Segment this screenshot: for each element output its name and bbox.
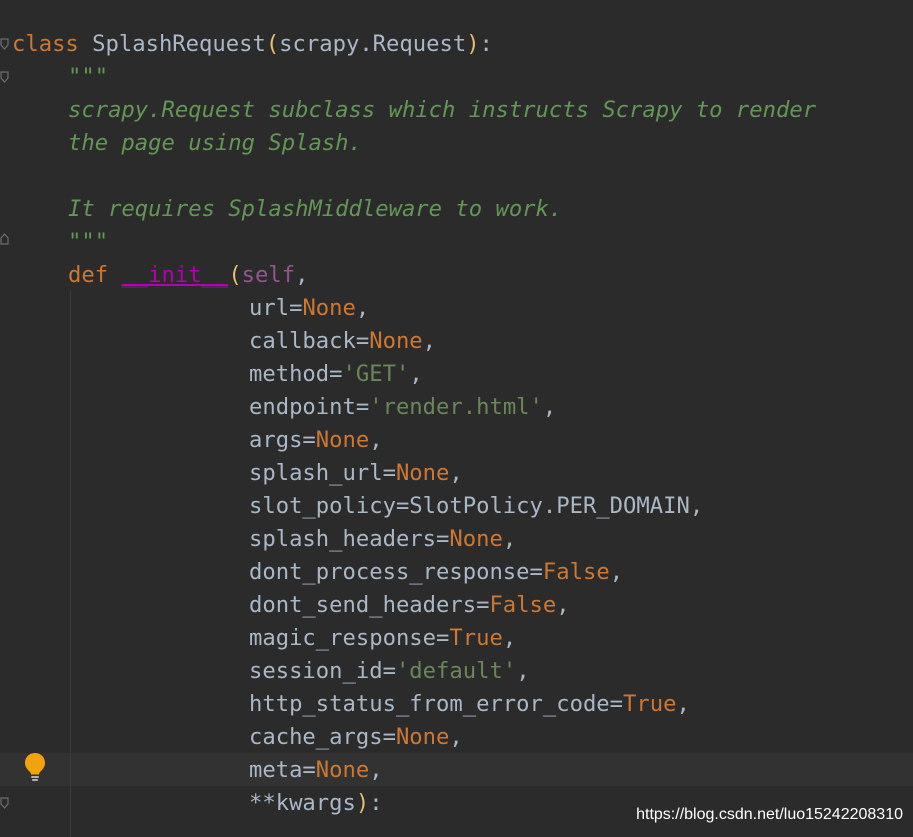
code-line-param[interactable]: endpoint='render.html', bbox=[249, 391, 556, 424]
comma: , bbox=[609, 559, 624, 585]
code-line-def[interactable]: def __init__(self, bbox=[68, 259, 308, 292]
comma: , bbox=[502, 625, 517, 651]
param-name: splash_headers= bbox=[249, 526, 450, 552]
code-line-param[interactable]: magic_response=True, bbox=[249, 622, 516, 655]
code-line-param[interactable]: slot_policy=SlotPolicy.PER_DOMAIN, bbox=[249, 490, 703, 523]
code-line-kwargs[interactable]: **kwargs): bbox=[249, 787, 383, 820]
comma: , bbox=[449, 460, 463, 486]
method-name: __init__ bbox=[121, 262, 229, 288]
class-name: SplashRequest bbox=[92, 31, 266, 57]
comma: , bbox=[689, 493, 704, 519]
param-default-value: None bbox=[315, 757, 370, 783]
comma: , bbox=[369, 757, 383, 783]
param-name: session_id= bbox=[249, 658, 396, 684]
code-line-param[interactable]: url=None, bbox=[249, 292, 369, 325]
code-editor[interactable]: class SplashRequest(scrapy.Request): """… bbox=[0, 0, 913, 837]
docstring-line[interactable]: scrapy.Request subclass which instructs … bbox=[68, 94, 816, 127]
code-line-param[interactable]: args=None, bbox=[249, 424, 383, 457]
param-default-value: 'GET' bbox=[342, 361, 410, 387]
code-line-param[interactable]: dont_send_headers=False, bbox=[249, 589, 570, 622]
comma: , bbox=[676, 691, 690, 717]
param-name: splash_url= bbox=[249, 460, 396, 486]
paren-open: ( bbox=[265, 31, 280, 57]
paren-close: ) bbox=[355, 790, 370, 816]
param-default-value: None bbox=[302, 295, 356, 321]
docstring-close[interactable]: """ bbox=[68, 226, 108, 259]
comma: , bbox=[449, 724, 463, 750]
param-name: http_status_from_error_code= bbox=[249, 691, 624, 717]
param-name: cache_args= bbox=[249, 724, 396, 750]
comma: , bbox=[422, 328, 437, 354]
param-default-value: False bbox=[489, 592, 557, 618]
code-line-param[interactable]: meta=None, bbox=[249, 754, 383, 787]
param-name: args= bbox=[249, 427, 316, 453]
colon: : bbox=[479, 31, 493, 57]
comma: , bbox=[516, 658, 530, 684]
code-line-param[interactable]: cache_args=None, bbox=[249, 721, 463, 754]
param-name: endpoint= bbox=[249, 394, 370, 420]
paren-open: ( bbox=[228, 262, 242, 288]
kwargs-param: **kwargs bbox=[249, 790, 356, 816]
watermark-text: https://blog.csdn.net/luo15242208310 bbox=[636, 806, 903, 823]
param-default-value: None bbox=[449, 526, 503, 552]
fold-marker-icon[interactable] bbox=[0, 797, 9, 809]
param-default-value: None bbox=[369, 328, 423, 354]
param-name: magic_response= bbox=[249, 625, 450, 651]
fold-end-marker-icon[interactable] bbox=[0, 233, 9, 245]
keyword-def: def bbox=[68, 262, 109, 288]
param-name: url= bbox=[249, 295, 303, 321]
current-line-highlight bbox=[0, 753, 913, 786]
param-name: dont_process_response= bbox=[249, 559, 543, 585]
code-line-param[interactable]: splash_url=None, bbox=[249, 457, 463, 490]
comma: , bbox=[556, 592, 570, 618]
code-line-param[interactable]: splash_headers=None, bbox=[249, 523, 516, 556]
code-line-param[interactable]: callback=None, bbox=[249, 325, 436, 358]
comma: , bbox=[502, 526, 517, 552]
comma: , bbox=[295, 262, 309, 288]
fold-marker-icon[interactable] bbox=[0, 38, 9, 50]
param-default-value: None bbox=[395, 724, 450, 750]
colon: : bbox=[369, 790, 383, 816]
fold-marker-icon[interactable] bbox=[0, 71, 9, 83]
param-default-value: False bbox=[542, 559, 610, 585]
docstring-line[interactable]: It requires SplashMiddleware to work. bbox=[68, 193, 562, 226]
comma: , bbox=[355, 295, 370, 321]
param-default-value: None bbox=[395, 460, 450, 486]
docstring-line[interactable]: the page using Splash. bbox=[68, 127, 362, 160]
keyword-class: class bbox=[12, 31, 79, 57]
base-class: scrapy.Request bbox=[279, 31, 467, 57]
param-name: meta= bbox=[249, 757, 316, 783]
code-line-class-decl[interactable]: class SplashRequest(scrapy.Request): bbox=[12, 28, 493, 61]
param-name: callback= bbox=[249, 328, 370, 354]
comma: , bbox=[369, 427, 383, 453]
code-line-param[interactable]: http_status_from_error_code=True, bbox=[249, 688, 690, 721]
param-default-value: 'render.html' bbox=[369, 394, 543, 420]
comma: , bbox=[409, 361, 423, 387]
docstring-open[interactable]: """ bbox=[68, 61, 108, 94]
code-line-param[interactable]: method='GET', bbox=[249, 358, 423, 391]
param-default-value: SlotPolicy.PER_DOMAIN bbox=[409, 493, 690, 519]
code-line-param[interactable]: session_id='default', bbox=[249, 655, 530, 688]
param-default-value: None bbox=[315, 427, 370, 453]
param-default-value: 'default' bbox=[395, 658, 517, 684]
param-default-value: True bbox=[623, 691, 677, 717]
code-line-param[interactable]: dont_process_response=False, bbox=[249, 556, 623, 589]
indent-guide bbox=[70, 290, 71, 837]
self-param: self bbox=[241, 262, 296, 288]
param-default-value: True bbox=[449, 625, 503, 651]
lightbulb-icon[interactable] bbox=[24, 752, 46, 782]
param-name: slot_policy= bbox=[249, 493, 410, 519]
paren-close: ) bbox=[466, 31, 480, 57]
param-name: dont_send_headers= bbox=[249, 592, 490, 618]
comma: , bbox=[542, 394, 557, 420]
param-name: method= bbox=[249, 361, 343, 387]
